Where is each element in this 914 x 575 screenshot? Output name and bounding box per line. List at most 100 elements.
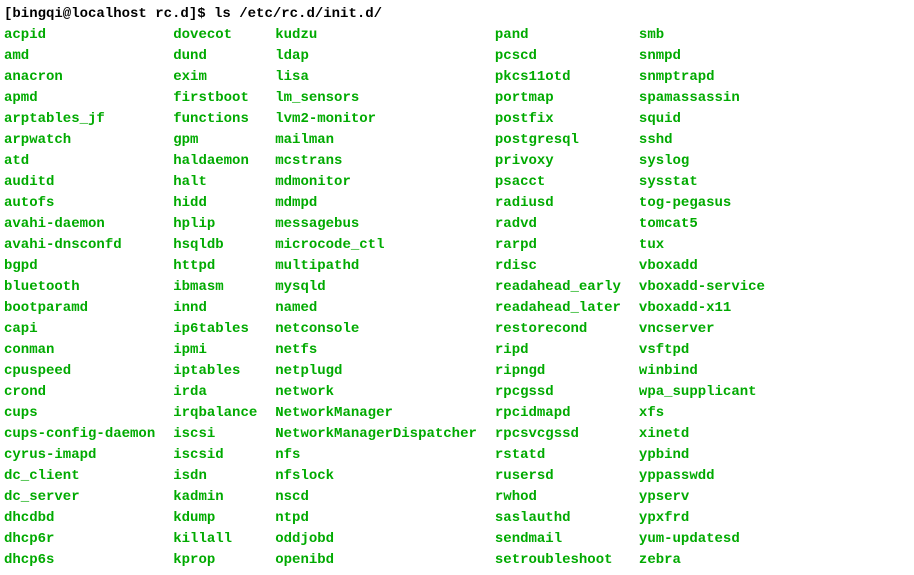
file-entry: saslauthd bbox=[495, 508, 621, 529]
file-entry: firstboot bbox=[173, 88, 257, 109]
file-entry: avahi-dnsconfd bbox=[4, 235, 155, 256]
file-entry: NetworkManagerDispatcher bbox=[275, 424, 477, 445]
file-entry: rpcgssd bbox=[495, 382, 621, 403]
file-entry: dund bbox=[173, 46, 257, 67]
file-entry: httpd bbox=[173, 256, 257, 277]
file-entry: postgresql bbox=[495, 130, 621, 151]
file-entry: vncserver bbox=[639, 319, 765, 340]
file-entry: crond bbox=[4, 382, 155, 403]
file-entry: sshd bbox=[639, 130, 765, 151]
file-entry: winbind bbox=[639, 361, 765, 382]
file-entry: readahead_later bbox=[495, 298, 621, 319]
file-entry: ibmasm bbox=[173, 277, 257, 298]
file-entry: atd bbox=[4, 151, 155, 172]
file-entry: capi bbox=[4, 319, 155, 340]
file-entry: autofs bbox=[4, 193, 155, 214]
file-entry: netfs bbox=[275, 340, 477, 361]
file-entry: apmd bbox=[4, 88, 155, 109]
file-entry: cpuspeed bbox=[4, 361, 155, 382]
file-entry: ldap bbox=[275, 46, 477, 67]
file-entry: haldaemon bbox=[173, 151, 257, 172]
file-entry: lm_sensors bbox=[275, 88, 477, 109]
file-entry: tux bbox=[639, 235, 765, 256]
file-entry: mdmpd bbox=[275, 193, 477, 214]
file-entry: iptables bbox=[173, 361, 257, 382]
file-entry: mdmonitor bbox=[275, 172, 477, 193]
file-entry: ypbind bbox=[639, 445, 765, 466]
file-entry: squid bbox=[639, 109, 765, 130]
file-entry: cups-config-daemon bbox=[4, 424, 155, 445]
file-entry: innd bbox=[173, 298, 257, 319]
file-entry: anacron bbox=[4, 67, 155, 88]
file-entry: avahi-daemon bbox=[4, 214, 155, 235]
file-entry: xfs bbox=[639, 403, 765, 424]
file-entry: radiusd bbox=[495, 193, 621, 214]
file-entry: postfix bbox=[495, 109, 621, 130]
file-entry: vboxadd-service bbox=[639, 277, 765, 298]
file-entry: amd bbox=[4, 46, 155, 67]
file-entry: exim bbox=[173, 67, 257, 88]
file-entry: functions bbox=[173, 109, 257, 130]
file-entry: irda bbox=[173, 382, 257, 403]
file-entry: dc_client bbox=[4, 466, 155, 487]
file-entry: xinetd bbox=[639, 424, 765, 445]
file-entry: vsftpd bbox=[639, 340, 765, 361]
file-entry: sysstat bbox=[639, 172, 765, 193]
file-entry: tog-pegasus bbox=[639, 193, 765, 214]
file-entry: syslog bbox=[639, 151, 765, 172]
file-entry: rwhod bbox=[495, 487, 621, 508]
file-entry: rpcsvcgssd bbox=[495, 424, 621, 445]
file-entry: conman bbox=[4, 340, 155, 361]
file-entry: spamassassin bbox=[639, 88, 765, 109]
file-entry: openibd bbox=[275, 550, 477, 571]
file-entry: rdisc bbox=[495, 256, 621, 277]
file-entry: acpid bbox=[4, 25, 155, 46]
file-entry: dhcp6r bbox=[4, 529, 155, 550]
file-entry: hsqldb bbox=[173, 235, 257, 256]
file-entry: dc_server bbox=[4, 487, 155, 508]
file-entry: halt bbox=[173, 172, 257, 193]
file-entry: yppasswdd bbox=[639, 466, 765, 487]
file-entry: privoxy bbox=[495, 151, 621, 172]
file-entry: irqbalance bbox=[173, 403, 257, 424]
file-entry: killall bbox=[173, 529, 257, 550]
file-entry: network bbox=[275, 382, 477, 403]
file-entry: rpcidmapd bbox=[495, 403, 621, 424]
file-entry: ntpd bbox=[275, 508, 477, 529]
file-entry: iscsi bbox=[173, 424, 257, 445]
file-entry: wpa_supplicant bbox=[639, 382, 765, 403]
file-entry: dovecot bbox=[173, 25, 257, 46]
file-entry: setroubleshoot bbox=[495, 550, 621, 571]
file-entry: cyrus-imapd bbox=[4, 445, 155, 466]
file-entry: named bbox=[275, 298, 477, 319]
file-entry: netplugd bbox=[275, 361, 477, 382]
file-entry: yum-updatesd bbox=[639, 529, 765, 550]
file-entry: portmap bbox=[495, 88, 621, 109]
file-entry: ip6tables bbox=[173, 319, 257, 340]
file-entry: rarpd bbox=[495, 235, 621, 256]
file-entry: ypserv bbox=[639, 487, 765, 508]
file-entry: vboxadd bbox=[639, 256, 765, 277]
file-entry: messagebus bbox=[275, 214, 477, 235]
file-entry: ypxfrd bbox=[639, 508, 765, 529]
file-entry: readahead_early bbox=[495, 277, 621, 298]
file-entry: snmptrapd bbox=[639, 67, 765, 88]
file-entry: hplip bbox=[173, 214, 257, 235]
file-entry: kprop bbox=[173, 550, 257, 571]
file-entry: pcscd bbox=[495, 46, 621, 67]
file-entry: cups bbox=[4, 403, 155, 424]
file-entry: pkcs11otd bbox=[495, 67, 621, 88]
listing-column-3: pandpcscdpkcs11otdportmappostfixpostgres… bbox=[495, 25, 639, 571]
file-entry: auditd bbox=[4, 172, 155, 193]
file-entry: rstatd bbox=[495, 445, 621, 466]
file-entry: tomcat5 bbox=[639, 214, 765, 235]
file-entry: ripngd bbox=[495, 361, 621, 382]
listing-column-1: dovecotdundeximfirstbootfunctionsgpmhald… bbox=[173, 25, 275, 571]
file-entry: multipathd bbox=[275, 256, 477, 277]
file-entry: rusersd bbox=[495, 466, 621, 487]
file-entry: gpm bbox=[173, 130, 257, 151]
file-entry: isdn bbox=[173, 466, 257, 487]
file-entry: radvd bbox=[495, 214, 621, 235]
file-entry: kdump bbox=[173, 508, 257, 529]
file-entry: NetworkManager bbox=[275, 403, 477, 424]
